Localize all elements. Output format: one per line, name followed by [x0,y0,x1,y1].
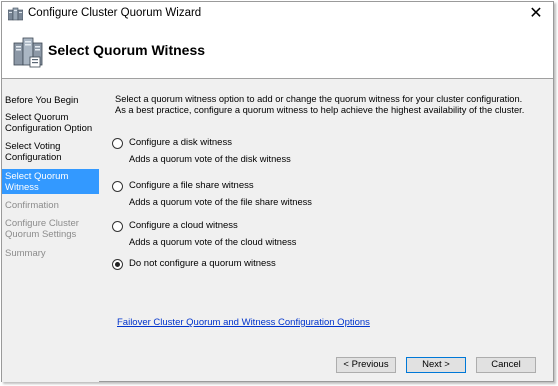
option-description: Adds a quorum vote of the file share wit… [129,197,312,207]
quorum-options-help-link[interactable]: Failover Cluster Quorum and Witness Conf… [117,317,370,328]
option-cloud-witness[interactable]: Configure a cloud witness [112,220,412,234]
close-button[interactable]: ✕ [526,3,546,23]
cluster-servers-icon [13,37,43,68]
option-no-witness[interactable]: Do not configure a quorum witness [112,258,412,272]
next-button[interactable]: Next > [406,357,466,373]
nav-step-before-you-begin[interactable]: Before You Begin [2,95,99,106]
title-bar: Configure Cluster Quorum Wizard ✕ [2,2,553,26]
nav-step-summary: Summary [5,248,46,259]
wizard-window: Configure Cluster Quorum Wizard ✕ Select… [1,1,554,382]
cluster-wizard-icon [8,7,23,21]
description-text: Select a quorum witness option to add or… [115,94,525,115]
close-icon: ✕ [529,3,543,22]
option-disk-witness[interactable]: Configure a disk witness [112,137,412,151]
radio-button[interactable] [112,138,123,149]
nav-step-select-quorum-witness[interactable]: Select Quorum Witness [2,169,99,194]
radio-button[interactable] [112,181,123,192]
option-label: Do not configure a quorum witness [129,258,276,269]
wizard-steps-nav: Before You Begin Select Quorum Configura… [2,79,99,382]
option-label: Configure a cloud witness [129,220,238,231]
radio-button-selected[interactable] [112,259,123,270]
nav-step-select-voting-configuration[interactable]: Select Voting Configuration [2,141,99,163]
option-description: Adds a quorum vote of the cloud witness [129,237,297,247]
previous-button[interactable]: < Previous [336,357,396,373]
nav-step-select-quorum-configuration-option[interactable]: Select Quorum Configuration Option [2,112,99,134]
option-description: Adds a quorum vote of the disk witness [129,154,291,164]
page-header: Select Quorum Witness [2,26,553,79]
cancel-button[interactable]: Cancel [476,357,536,373]
nav-step-confirmation: Confirmation [5,200,59,211]
nav-step-configure-cluster-quorum-settings: Configure Cluster Quorum Settings [5,218,79,240]
radio-button[interactable] [112,221,123,232]
window-title: Configure Cluster Quorum Wizard [28,7,202,19]
main-content: Select a quorum witness option to add or… [103,79,553,382]
option-label: Configure a file share witness [129,180,254,191]
option-file-share-witness[interactable]: Configure a file share witness [112,180,412,194]
page-title: Select Quorum Witness [48,42,206,58]
option-label: Configure a disk witness [129,137,232,148]
